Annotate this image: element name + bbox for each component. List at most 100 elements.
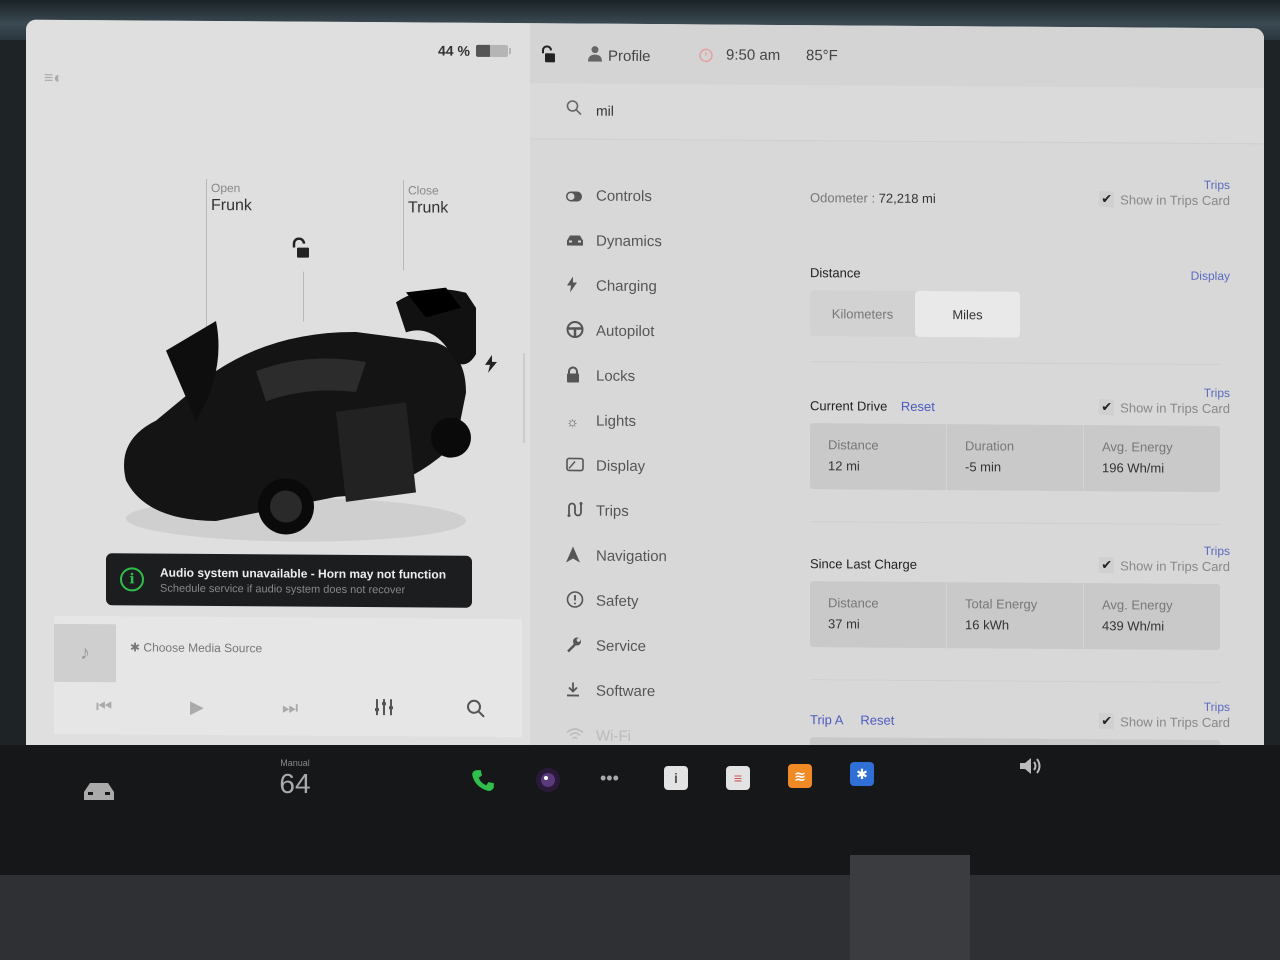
since-last-charge-title: Since Last Charge [810,556,917,572]
choose-media-source-button[interactable]: ✱ Choose Media Source [130,640,262,655]
taskbar: Manual 64 ••• i ≡ ≋ ✱ [40,752,1140,812]
stat-total-energy: Total Energy 16 kWh [947,582,1084,650]
stat-distance: Distance 37 mi [810,581,947,649]
menu-item-dynamics[interactable]: Dynamics [566,218,786,265]
menu-item-label: Service [596,637,647,656]
checkmark-icon: ✔ [1099,557,1115,574]
display-link[interactable]: Display [1191,269,1230,283]
settings-search-input[interactable] [596,97,1196,128]
distance-unit-selector: Kilometers Miles [810,290,1020,338]
stat-label: Duration [965,438,1015,454]
profile-button[interactable]: Profile [588,46,651,66]
show-in-trips-card-label: Show in Trips Card [1120,713,1230,730]
trips-settings: Trips Odometer : 72,218 mi ✔ Show in Tri… [810,165,1230,761]
distance-title: Distance [810,265,861,281]
headlight-icon[interactable]: ≡◐ [44,70,63,88]
media-player: ♪ ✱ Choose Media Source ⏮ ▶ ⏭ [54,615,522,738]
climate-temperature: 64 [279,768,311,799]
frunk-button[interactable]: Open Frunk [211,181,252,215]
audio-unavailable-alert[interactable]: i Audio system unavailable - Horn may no… [106,553,472,608]
more-apps-icon[interactable]: ••• [600,768,619,789]
trip-a-title[interactable]: Trip A [810,712,843,727]
menu-item-service[interactable]: Service [566,623,786,670]
media-source-label: Choose Media Source [143,640,263,656]
trip-a-reset-button[interactable]: Reset [860,713,894,728]
lock-status-icon[interactable] [540,45,556,63]
stat-label: Total Energy [965,596,1038,612]
odometer-section: Trips Odometer : 72,218 mi ✔ Show in Tri… [810,175,1230,208]
equalizer-icon[interactable] [374,698,394,721]
download-icon [566,681,596,700]
menu-item-controls[interactable]: Controls [566,173,786,220]
phone-icon[interactable] [470,768,496,799]
vehicle-3d-model [124,287,476,542]
menu-item-display[interactable]: Display [566,443,786,490]
checkmark-icon: ✔ [1099,399,1115,416]
stat-value: 37 mi [828,616,860,632]
current-drive-section: Trips Current Drive Reset ✔ Show in Trip… [810,383,1230,493]
media-search-icon[interactable] [466,699,486,724]
alarm-icon[interactable] [698,46,714,63]
climate-control[interactable]: Manual 64 [270,758,320,800]
outside-temperature: 85°F [806,47,838,65]
play-icon[interactable]: ▶ [190,697,204,718]
menu-item-label: Controls [596,187,652,206]
menu-item-label: Display [596,457,646,476]
stat-avg-energy: Avg. Energy 196 Wh/mi [1084,425,1220,492]
camera-icon[interactable] [534,766,562,799]
owners-manual-icon[interactable]: i [664,766,688,790]
calendar-icon[interactable]: ≡ [726,766,750,790]
stat-value: 439 Wh/mi [1102,618,1165,634]
menu-item-autopilot[interactable]: Autopilot [566,308,786,355]
menu-item-label: Dynamics [596,232,662,251]
menu-item-locks[interactable]: Locks [566,353,786,400]
stat-value: -5 min [965,459,1002,475]
settings-pane: Profile 9:50 am 85°F Controls [530,23,1264,765]
menu-item-software[interactable]: Software [566,668,786,715]
charge-port-icon[interactable] [484,354,498,378]
trunk-action-label: Close [408,183,439,198]
current-drive-reset-button[interactable]: Reset [901,399,935,414]
stat-label: Avg. Energy [1102,439,1173,455]
menu-item-lights[interactable]: ☼ Lights [566,398,786,445]
audible-icon[interactable]: ≋ [788,764,812,788]
since-last-charge-show-in-trips-card[interactable]: ✔ Show in Trips Card [1099,557,1230,574]
menu-item-safety[interactable]: Safety [566,578,786,625]
settings-search-bar [530,83,1264,145]
sun-icon: ☼ [566,412,579,430]
odometer-show-in-trips-card[interactable]: ✔ Show in Trips Card [1099,191,1230,208]
pane-scrollbar[interactable] [523,353,525,444]
search-icon [566,99,582,120]
trip-a-show-in-trips-card[interactable]: ✔ Show in Trips Card [1099,713,1230,730]
show-in-trips-card-label: Show in Trips Card [1120,399,1230,416]
menu-item-label: Safety [596,592,639,610]
person-icon [588,46,602,66]
menu-item-label: Lights [596,412,637,430]
bluetooth-app-icon[interactable]: ✱ [850,762,874,786]
previous-track-icon[interactable]: ⏮ [96,696,112,717]
menu-item-navigation[interactable]: Navigation [566,533,786,580]
stat-avg-energy: Avg. Energy 439 Wh/mi [1084,583,1220,650]
current-drive-title: Current Drive [810,398,888,414]
stat-label: Distance [828,437,879,453]
touchscreen: ≡◐ 44 % Open Frunk Close Trunk i Audio s… [26,19,1264,765]
vehicle-pane: ≡◐ 44 % Open Frunk Close Trunk i Audio s… [26,19,530,760]
media-controls: ⏮ ▶ ⏭ [54,696,522,729]
battery-icon [475,44,508,58]
trunk-button[interactable]: Close Trunk [408,183,448,217]
screen-mount [850,855,970,960]
next-track-icon[interactable]: ⏭ [282,697,298,718]
show-in-trips-card-label: Show in Trips Card [1120,557,1230,574]
miles-option[interactable]: Miles [915,290,1020,338]
volume-icon[interactable] [1018,756,1044,781]
kilometers-option[interactable]: Kilometers [810,290,915,337]
bolt-icon [566,276,596,295]
current-drive-show-in-trips-card[interactable]: ✔ Show in Trips Card [1099,399,1230,416]
toggle-icon [566,188,596,204]
menu-item-trips[interactable]: Trips [566,488,786,535]
distance-units-section: Distance Display Kilometers Miles [810,265,1230,339]
odometer: Odometer : 72,218 mi [810,190,936,207]
menu-item-charging[interactable]: Charging [566,263,786,310]
trunk-guide-line [403,180,404,271]
car-icon[interactable] [82,780,116,807]
